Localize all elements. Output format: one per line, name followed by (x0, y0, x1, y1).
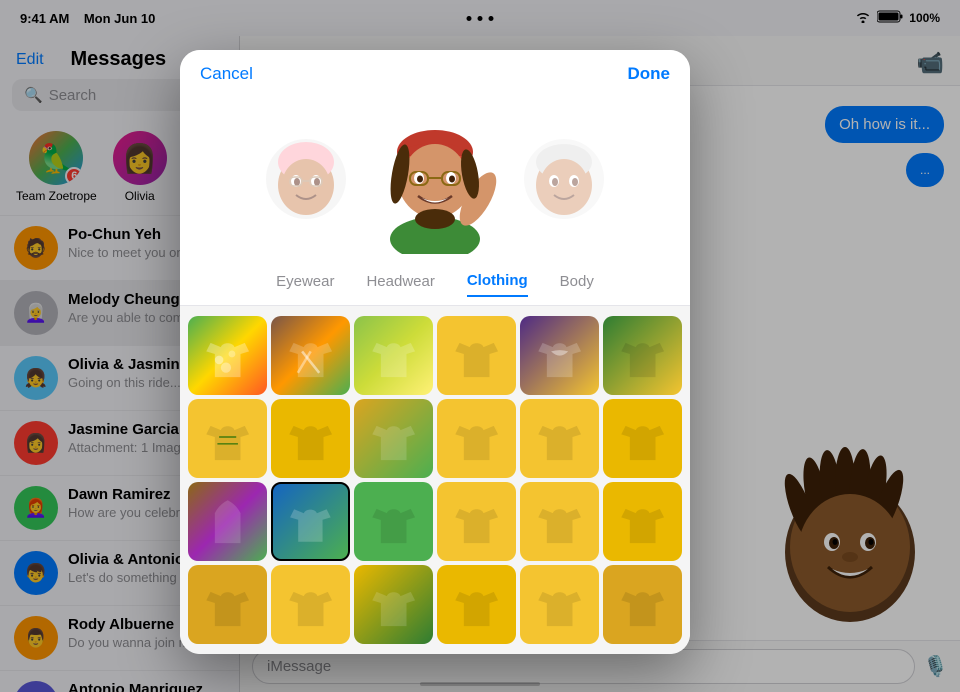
clothing-item-11[interactable] (520, 399, 599, 478)
clothing-item-12[interactable] (603, 399, 682, 478)
tab-body[interactable]: Body (560, 273, 594, 296)
clothing-item-6[interactable] (603, 316, 682, 395)
preview-memoji-left[interactable] (266, 139, 346, 219)
clothing-item-8[interactable] (271, 399, 350, 478)
clothing-item-22[interactable] (437, 565, 516, 644)
tab-clothing[interactable]: Clothing (467, 272, 528, 297)
memoji-editor-modal: Cancel Done (180, 50, 690, 654)
clothing-item-5[interactable] (520, 316, 599, 395)
modal-top-bar: Cancel Done (180, 50, 690, 94)
clothing-item-3[interactable] (354, 316, 433, 395)
clothing-item-18[interactable] (603, 482, 682, 561)
ipad-screen: 9:41 AM Mon Jun 10 100% (0, 0, 960, 692)
clothing-item-17[interactable] (520, 482, 599, 561)
clothing-item-7[interactable] (188, 399, 267, 478)
clothing-item-21[interactable] (354, 565, 433, 644)
preview-memoji-right[interactable] (524, 139, 604, 219)
clothing-item-4[interactable] (437, 316, 516, 395)
home-indicator (420, 682, 540, 686)
clothing-item-1[interactable] (188, 316, 267, 395)
clothing-item-24[interactable] (603, 565, 682, 644)
preview-memoji-center[interactable] (370, 104, 500, 254)
clothing-item-2[interactable] (271, 316, 350, 395)
clothing-item-13[interactable] (188, 482, 267, 561)
memoji-preview-row (180, 94, 690, 262)
clothing-grid (180, 306, 690, 654)
cancel-button[interactable]: Cancel (200, 64, 253, 84)
category-tabs: Eyewear Headwear Clothing Body (180, 262, 690, 306)
clothing-item-16[interactable] (437, 482, 516, 561)
tab-eyewear[interactable]: Eyewear (276, 273, 334, 296)
done-button[interactable]: Done (627, 64, 670, 84)
clothing-item-23[interactable] (520, 565, 599, 644)
clothing-item-19[interactable] (188, 565, 267, 644)
clothing-item-20[interactable] (271, 565, 350, 644)
tab-headwear[interactable]: Headwear (366, 273, 434, 296)
clothing-item-10[interactable] (437, 399, 516, 478)
clothing-item-9[interactable] (354, 399, 433, 478)
clothing-item-14[interactable] (271, 482, 350, 561)
clothing-item-15[interactable] (354, 482, 433, 561)
